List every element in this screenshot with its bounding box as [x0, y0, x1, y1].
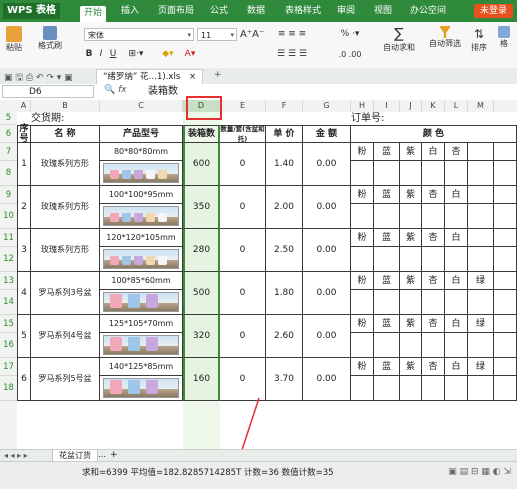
add-sheet-button[interactable]: +: [110, 450, 118, 460]
sheet-tab-more[interactable]: …: [98, 450, 106, 459]
view-mode-buttons[interactable]: ▣ ▤ ⊟ ▦ ◐ ⇲: [448, 467, 511, 477]
arrow-line: [239, 397, 260, 457]
selection-summary: 求和=6399 平均值=182.8285714285T 计数=36 数值计数=3…: [82, 468, 334, 478]
annotation-arrow: [236, 397, 260, 460]
sheet-nav-buttons[interactable]: ◂ ◂ ▸ ▸: [4, 451, 28, 460]
status-bar: 求和=6399 平均值=182.8285714285T 计数=36 数值计数=3…: [0, 461, 517, 489]
